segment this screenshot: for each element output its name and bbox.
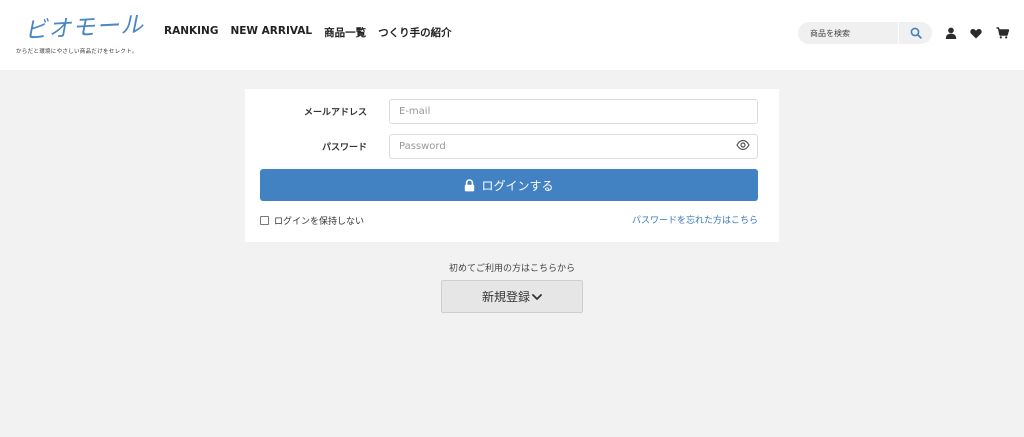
cart-icon[interactable] xyxy=(995,26,1009,40)
remember-label: ログインを保持しない xyxy=(274,217,365,227)
search-icon xyxy=(910,27,922,39)
site-logo[interactable]: ビオモール からだと環境にやさしい商品だけをセレクト。 xyxy=(16,6,156,58)
email-label: メールアドレス xyxy=(303,108,367,118)
heart-icon[interactable] xyxy=(969,26,983,40)
register-button-label: 新規登録 xyxy=(481,290,530,304)
email-field[interactable] xyxy=(389,99,758,124)
password-label: パスワード xyxy=(321,143,367,153)
remember-checkbox[interactable] xyxy=(260,216,269,225)
logo-tagline: からだと環境にやさしい商品だけをセレクト。 xyxy=(16,49,138,55)
user-icon[interactable] xyxy=(944,26,958,40)
nav-new-arrival[interactable]: NEW ARRIVAL xyxy=(230,25,312,40)
main-nav: RANKING NEW ARRIVAL 商品一覧 つくり手の紹介 xyxy=(164,25,452,40)
password-field[interactable] xyxy=(389,134,758,159)
logo-text: ビオモール xyxy=(23,11,145,45)
search-input[interactable] xyxy=(798,22,898,44)
first-time-text: 初めてご利用の方はこちらから xyxy=(448,264,575,274)
nav-makers[interactable]: つくり手の紹介 xyxy=(378,25,452,40)
register-button[interactable]: 新規登録 xyxy=(441,280,583,313)
eye-icon[interactable] xyxy=(736,139,750,151)
forgot-password-link[interactable]: パスワードを忘れた方はこちら xyxy=(632,213,758,226)
nav-products[interactable]: 商品一覧 xyxy=(324,25,366,40)
nav-ranking[interactable]: RANKING xyxy=(164,25,218,40)
search-button[interactable] xyxy=(899,22,932,44)
lock-icon xyxy=(465,178,475,191)
login-button[interactable]: ログインする xyxy=(260,169,758,201)
search-box xyxy=(798,22,932,44)
login-panel: メールアドレス パスワード ログインする ログインを保持しない パスワードを忘れ… xyxy=(245,89,779,242)
remember-login[interactable]: ログインを保持しない xyxy=(260,214,364,227)
chevron-down-icon xyxy=(532,293,542,300)
login-button-label: ログインする xyxy=(481,178,554,193)
site-header: ビオモール からだと環境にやさしい商品だけをセレクト。 RANKING NEW … xyxy=(0,0,1024,70)
